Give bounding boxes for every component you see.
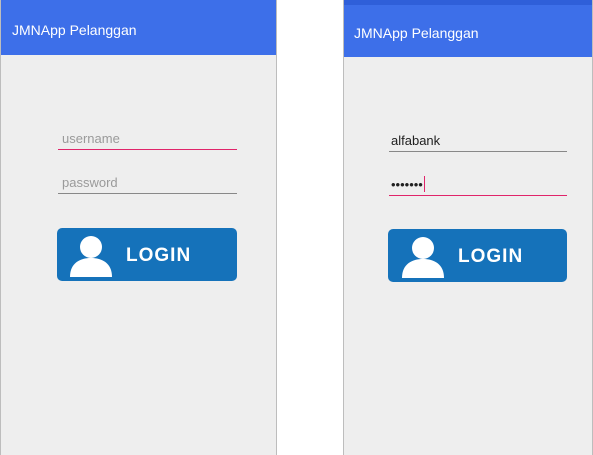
login-label: LOGIN [458, 246, 524, 267]
login-screen-empty: JMNApp Pelanggan username password LOGIN [0, 0, 277, 455]
password-field[interactable]: ••••••• [389, 174, 567, 196]
password-value: ••••••• [391, 177, 423, 192]
login-label: LOGIN [126, 245, 192, 266]
password-placeholder: password [62, 175, 118, 190]
username-field[interactable]: alfabank [389, 130, 567, 152]
password-value-wrapper: ••••••• [391, 176, 425, 192]
username-placeholder: username [62, 131, 120, 146]
app-title: JMNApp Pelanggan [354, 25, 479, 41]
login-screen-filled: JMNApp Pelanggan alfabank ••••••• LOGIN [343, 0, 593, 455]
app-bar: JMNApp Pelanggan [1, 0, 276, 55]
text-cursor [423, 176, 425, 192]
app-title: JMNApp Pelanggan [12, 22, 137, 38]
user-icon [70, 236, 112, 277]
username-field[interactable]: username [58, 128, 237, 150]
login-button[interactable]: LOGIN [388, 229, 567, 282]
user-icon [402, 237, 444, 278]
password-field[interactable]: password [58, 172, 237, 194]
app-bar: JMNApp Pelanggan [344, 5, 592, 57]
login-button[interactable]: LOGIN [57, 228, 237, 281]
username-value: alfabank [391, 133, 441, 148]
